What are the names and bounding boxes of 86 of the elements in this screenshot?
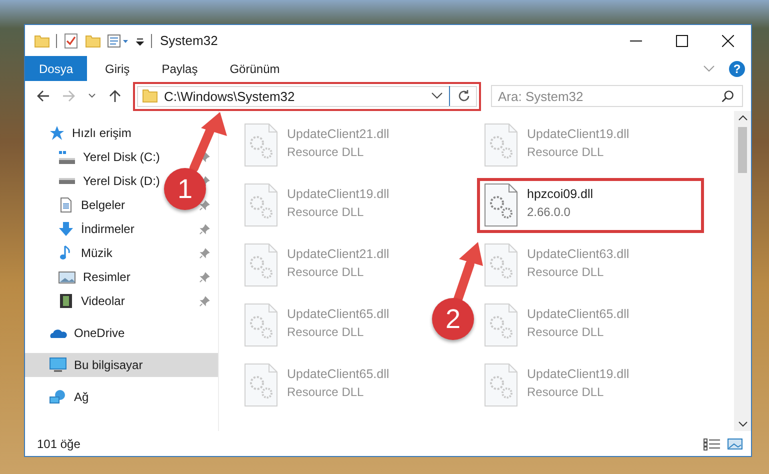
sidebar-item[interactable]: Ağ xyxy=(25,385,97,409)
gear-file-icon[interactable] xyxy=(484,363,518,407)
sidebar-label: İndirmeler xyxy=(81,222,134,236)
sidebar-label: Belgeler xyxy=(81,198,126,212)
star-icon xyxy=(49,125,65,141)
pointer-arrow xyxy=(190,112,227,172)
sidebar-item[interactable]: Videolar xyxy=(58,289,162,313)
sidebar-label: Müzik xyxy=(81,246,112,260)
sidebar-item[interactable]: Hızlı erişim xyxy=(25,121,140,145)
maximize-icon xyxy=(676,34,688,46)
sidebar-item[interactable]: Yerel Disk (C:) xyxy=(58,145,162,169)
forward-arrow-icon[interactable] xyxy=(61,88,77,104)
sidebar-label: Yerel Disk (D:) xyxy=(83,174,160,188)
sidebar-label: Ağ xyxy=(74,390,89,404)
close-icon xyxy=(722,34,734,46)
file-detail: Resource DLL xyxy=(287,205,365,219)
sidebar-item[interactable]: Resimler xyxy=(58,265,162,289)
file-detail: Resource DLL xyxy=(527,385,605,399)
address-path: C:\Windows\System32 xyxy=(164,88,296,104)
gear-file-icon[interactable] xyxy=(484,243,518,287)
file-detail: Resource DLL xyxy=(287,265,365,279)
scroll-up-icon[interactable] xyxy=(738,115,748,121)
file-detail: Resource DLL xyxy=(527,325,605,339)
scrollbar[interactable] xyxy=(734,111,751,431)
address-bar[interactable]: C:\Windows\System32 xyxy=(137,86,477,106)
gear-file-icon[interactable] xyxy=(244,243,278,287)
gear-file-icon[interactable] xyxy=(484,123,518,167)
sidebar-label: Bu bilgisayar xyxy=(74,358,143,372)
monitor-icon xyxy=(49,357,67,373)
file-detail: Resource DLL xyxy=(287,145,365,159)
file-detail: 2.66.0.0 xyxy=(527,205,572,219)
gear-file-icon[interactable] xyxy=(244,123,278,167)
gear-file-icon[interactable] xyxy=(244,303,278,347)
checklist-icon[interactable] xyxy=(63,32,79,48)
minimize-icon xyxy=(630,40,642,42)
scroll-down-icon[interactable] xyxy=(738,421,748,427)
scroll-thumb[interactable] xyxy=(738,127,747,173)
download-arrow-icon xyxy=(58,221,74,237)
search-icon xyxy=(721,89,735,103)
sidebar-item[interactable]: İndirmeler xyxy=(58,217,162,241)
sidebar-item[interactable]: Bu bilgisayar xyxy=(25,353,218,377)
file-detail: Resource DLL xyxy=(287,325,365,339)
recent-caret-icon[interactable] xyxy=(87,92,97,100)
file-detail: Resource DLL xyxy=(527,145,605,159)
sidebar-label: Hızlı erişim xyxy=(72,126,132,140)
gear-file-icon[interactable] xyxy=(244,183,278,227)
sidebar-label: Videolar xyxy=(81,294,125,308)
gear-file-icon[interactable] xyxy=(484,303,518,347)
sidebar-item[interactable]: Yerel Disk (D:) xyxy=(58,169,162,193)
ribbon-tab[interactable]: Dosya xyxy=(25,56,88,81)
details-view-icon[interactable] xyxy=(703,436,721,450)
large-icons-view-icon[interactable] xyxy=(727,436,743,450)
folder-icon[interactable] xyxy=(85,32,101,48)
ribbon-tab[interactable]: Görünüm xyxy=(216,56,294,81)
help-button[interactable]: ? xyxy=(729,60,745,76)
ribbon-tab[interactable]: Paylaş xyxy=(148,56,212,81)
file-name[interactable]: hpzcoi09.dll xyxy=(527,187,594,201)
gear-file-icon[interactable] xyxy=(484,183,518,227)
sidebar-label: Yerel Disk (C:) xyxy=(83,150,160,164)
chevron-down-icon[interactable] xyxy=(703,64,715,72)
cloud-icon xyxy=(49,327,67,339)
drive-icon xyxy=(58,150,76,164)
up-arrow-icon[interactable] xyxy=(107,88,123,104)
sidebar-item[interactable]: Belgeler xyxy=(58,193,162,217)
item-count: 101 öğe xyxy=(37,436,80,450)
sidebar-label: OneDrive xyxy=(74,326,125,340)
sidebar-item[interactable]: OneDrive xyxy=(25,321,133,345)
ribbon-tab[interactable]: Giriş xyxy=(91,56,144,81)
document-icon xyxy=(58,197,74,213)
file-detail: Resource DLL xyxy=(527,265,605,279)
folder-icon[interactable] xyxy=(34,32,50,48)
properties-icon[interactable] xyxy=(107,32,129,48)
dropdown-caret-icon[interactable] xyxy=(431,92,443,100)
drive-icon xyxy=(58,178,76,184)
file-detail: Resource DLL xyxy=(287,385,365,399)
network-icon xyxy=(49,389,67,405)
sidebar-item[interactable]: Müzik xyxy=(58,241,162,265)
back-arrow-icon[interactable] xyxy=(35,88,51,104)
folder-icon xyxy=(142,88,158,104)
refresh-icon[interactable] xyxy=(456,88,472,104)
window-title: System32 xyxy=(160,33,218,48)
sidebar-label: Resimler xyxy=(83,270,130,284)
film-icon xyxy=(58,293,74,309)
picture-icon xyxy=(58,270,76,284)
gear-file-icon[interactable] xyxy=(244,363,278,407)
search-field[interactable]: Ara: System32 xyxy=(491,85,743,107)
